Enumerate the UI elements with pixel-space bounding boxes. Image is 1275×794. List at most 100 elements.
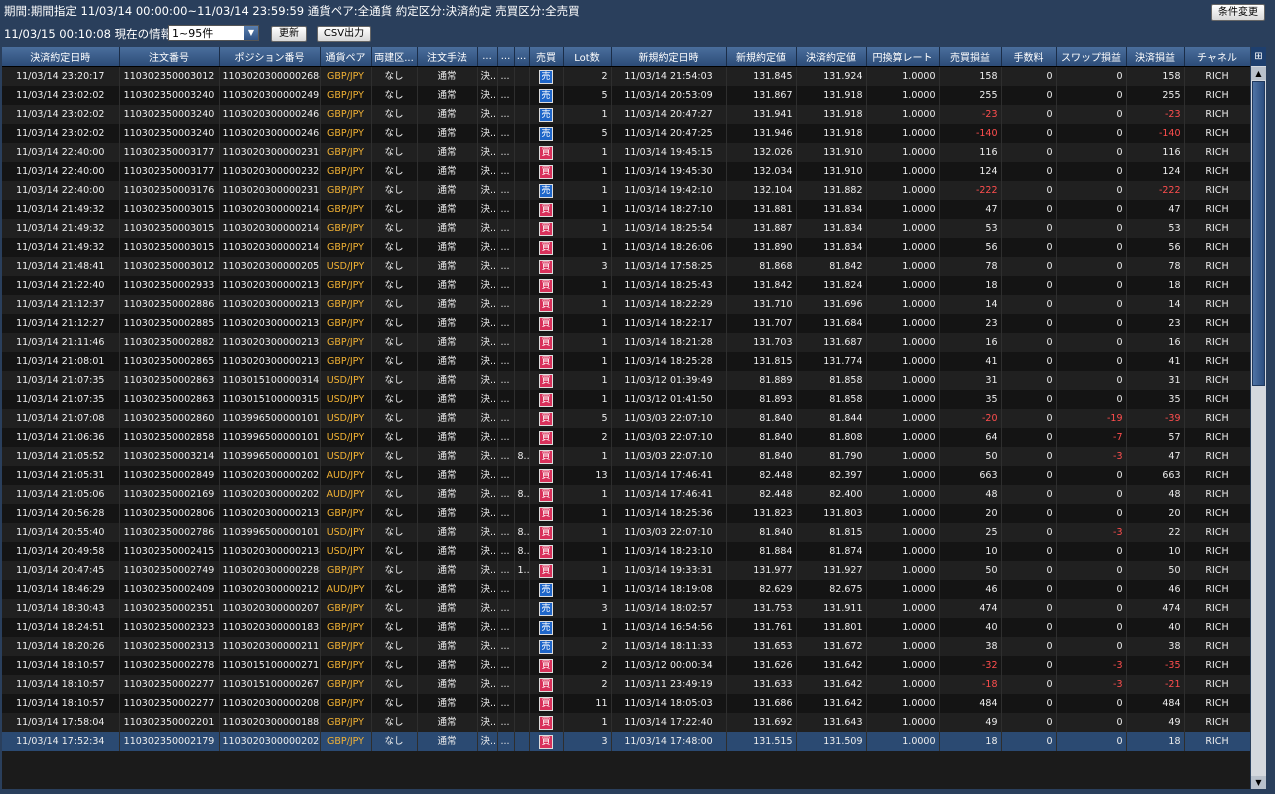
table-cell: 110302350002858 <box>119 428 220 447</box>
refresh-button[interactable]: 更新 <box>271 26 307 42</box>
column-header[interactable]: 決済損益 <box>1126 47 1185 67</box>
table-row[interactable]: 11/03/14 20:49:58 110302350002415 11030203… <box>2 542 1250 561</box>
table-row[interactable]: 11/03/14 18:24:51 110302350002323 11030203… <box>2 618 1250 637</box>
column-header[interactable]: 手数料 <box>1001 47 1057 67</box>
column-header[interactable]: チャネル <box>1184 47 1250 67</box>
table-cell: 通常 <box>417 428 478 447</box>
column-header[interactable]: スワップ損益 <box>1056 47 1127 67</box>
table-row[interactable]: 11/03/14 21:49:32 110302350003015 11030203… <box>2 238 1250 257</box>
column-header[interactable]: ... <box>477 47 498 67</box>
buy-badge: 買 <box>539 506 553 521</box>
change-condition-button[interactable]: 条件変更 <box>1211 4 1265 21</box>
table-row[interactable]: 11/03/14 21:49:32 110302350003015 11030203… <box>2 200 1250 219</box>
column-header[interactable]: 売買 <box>529 47 564 67</box>
table-cell: 決... <box>477 504 498 523</box>
table-row[interactable]: 11/03/14 22:40:00 110302350003176 11030203… <box>2 181 1250 200</box>
table-cell: 131.774 <box>796 352 867 371</box>
table-row[interactable]: 11/03/14 17:52:34 110302350002179 11030203… <box>2 732 1250 751</box>
table-cell: 110302350002277 <box>119 675 220 694</box>
table-cell: 0 <box>1001 504 1057 523</box>
table-cell: 11/03/03 22:07:10 <box>611 428 727 447</box>
table-row[interactable]: 11/03/14 21:07:35 110302350002863 11030151… <box>2 371 1250 390</box>
vertical-scrollbar[interactable]: ⊞ ▲ ▼ <box>1251 47 1266 789</box>
table-row[interactable]: 11/03/14 20:56:28 110302350002806 11030203… <box>2 504 1250 523</box>
table-row[interactable]: 11/03/14 23:02:02 110302350003240 11030203… <box>2 86 1250 105</box>
buy-badge: 買 <box>539 278 553 293</box>
table-cell: 11/03/03 22:07:10 <box>611 523 727 542</box>
table-cell: 110302350003012 <box>119 257 220 276</box>
table-row[interactable]: 11/03/14 18:46:29 110302350002409 11030203… <box>2 580 1250 599</box>
table-cell: 0 <box>1056 599 1127 618</box>
table-row[interactable]: 11/03/14 23:20:17 110302350003012 11030203… <box>2 66 1250 86</box>
scroll-down-icon[interactable]: ▼ <box>1251 776 1266 789</box>
table-row[interactable]: 11/03/14 20:47:45 110302350002749 11030203… <box>2 561 1250 580</box>
table-cell: 131.910 <box>796 162 867 181</box>
column-header[interactable]: ... <box>497 47 515 67</box>
table-cell: 110302030000023203 <box>219 162 321 181</box>
table-cell: RICH <box>1184 143 1250 162</box>
buy-badge: 買 <box>539 392 553 407</box>
table-row[interactable]: 11/03/14 21:12:37 110302350002886 11030203… <box>2 295 1250 314</box>
table-row[interactable]: 11/03/14 21:08:01 110302350002865 11030203… <box>2 352 1250 371</box>
table-row[interactable]: 11/03/14 20:55:40 110302350002786 11039965… <box>2 523 1250 542</box>
table-row[interactable]: 11/03/14 21:11:46 110302350002882 11030203… <box>2 333 1250 352</box>
table-row[interactable]: 11/03/14 22:40:00 110302350003177 11030203… <box>2 162 1250 181</box>
table-row[interactable]: 11/03/14 18:10:57 110302350002278 11030151… <box>2 656 1250 675</box>
table-cell: なし <box>371 713 418 732</box>
table-row[interactable]: 11/03/14 21:48:41 110302350003012 11030203… <box>2 257 1250 276</box>
column-header[interactable]: 新規約定値 <box>726 47 797 67</box>
table-cell: 11/03/14 22:40:00 <box>2 143 120 162</box>
table-row[interactable]: 11/03/14 21:05:06 110302350002169 11030203… <box>2 485 1250 504</box>
column-header[interactable]: ポジション番号 <box>219 47 321 67</box>
column-header[interactable]: 新規約定日時 <box>611 47 727 67</box>
table-row[interactable]: 11/03/14 18:20:26 110302350002313 11030203… <box>2 637 1250 656</box>
buy-badge: 買 <box>539 164 553 179</box>
table-cell: -222 <box>1126 181 1185 200</box>
table-row[interactable]: 11/03/14 21:07:35 110302350002863 11030151… <box>2 390 1250 409</box>
column-settings-icon[interactable]: ⊞ <box>1251 47 1266 66</box>
table-cell: 11/03/14 19:42:10 <box>611 181 727 200</box>
table-row[interactable]: 11/03/14 17:58:04 110302350002201 11030203… <box>2 713 1250 732</box>
table-row[interactable]: 11/03/14 18:30:43 110302350002351 11030203… <box>2 599 1250 618</box>
table-cell: 131.924 <box>796 66 867 86</box>
table-cell: 0 <box>1056 561 1127 580</box>
table-row[interactable]: 11/03/14 21:05:31 110302350002849 11030203… <box>2 466 1250 485</box>
table-cell: 110302030000021342 <box>219 542 321 561</box>
table-row[interactable]: 11/03/14 21:49:32 110302350003015 11030203… <box>2 219 1250 238</box>
column-header[interactable]: 注文手法 <box>417 47 478 67</box>
table-cell: 131.815 <box>726 352 797 371</box>
column-header[interactable]: 決済約定値 <box>796 47 867 67</box>
table-cell: 決... <box>477 352 498 371</box>
scroll-up-icon[interactable]: ▲ <box>1251 67 1266 80</box>
column-header[interactable]: 決済約定日時 <box>2 47 120 67</box>
table-row[interactable]: 11/03/14 22:40:00 110302350003177 11030203… <box>2 143 1250 162</box>
csv-export-button[interactable]: CSV出力 <box>317 26 371 42</box>
column-header[interactable]: 両建区... <box>371 47 418 67</box>
table-row[interactable]: 11/03/14 21:22:40 110302350002933 11030203… <box>2 276 1250 295</box>
table-row[interactable]: 11/03/14 21:07:08 110302350002860 11039965… <box>2 409 1250 428</box>
table-row[interactable]: 11/03/14 18:10:57 110302350002277 11030151… <box>2 675 1250 694</box>
scroll-thumb[interactable] <box>1252 81 1265 386</box>
table-cell: 110302350003240 <box>119 105 220 124</box>
table-row[interactable]: 11/03/14 18:10:57 110302350002277 11030203… <box>2 694 1250 713</box>
column-header[interactable]: 通貨ペア <box>320 47 372 67</box>
chevron-down-icon[interactable]: ▼ <box>244 26 258 40</box>
column-header[interactable]: Lot数 <box>563 47 612 67</box>
column-header[interactable]: ... <box>514 47 530 67</box>
table-row[interactable]: 11/03/14 21:06:36 110302350002858 11039965… <box>2 428 1250 447</box>
column-header[interactable]: 円換算レート <box>866 47 940 67</box>
table-row[interactable]: 11/03/14 23:02:02 110302350003240 11030203… <box>2 105 1250 124</box>
table-row[interactable]: 11/03/14 21:12:27 110302350002885 11030203… <box>2 314 1250 333</box>
range-select[interactable]: 1~95件 ▼ <box>168 25 259 41</box>
table-cell: 11/03/14 21:22:40 <box>2 276 120 295</box>
table-cell: 0 <box>1056 66 1127 86</box>
table-row[interactable]: 11/03/14 21:05:52 110302350003214 11039965… <box>2 447 1250 466</box>
column-header[interactable]: 注文番号 <box>119 47 220 67</box>
table-cell: 1 <box>563 542 612 561</box>
table-cell: 11/03/14 18:20:26 <box>2 637 120 656</box>
table-cell: なし <box>371 409 418 428</box>
table-row[interactable]: 11/03/14 23:02:02 110302350003240 11030203… <box>2 124 1250 143</box>
table-cell: なし <box>371 694 418 713</box>
buy-badge: 買 <box>539 525 553 540</box>
column-header[interactable]: 売買損益 <box>939 47 1002 67</box>
